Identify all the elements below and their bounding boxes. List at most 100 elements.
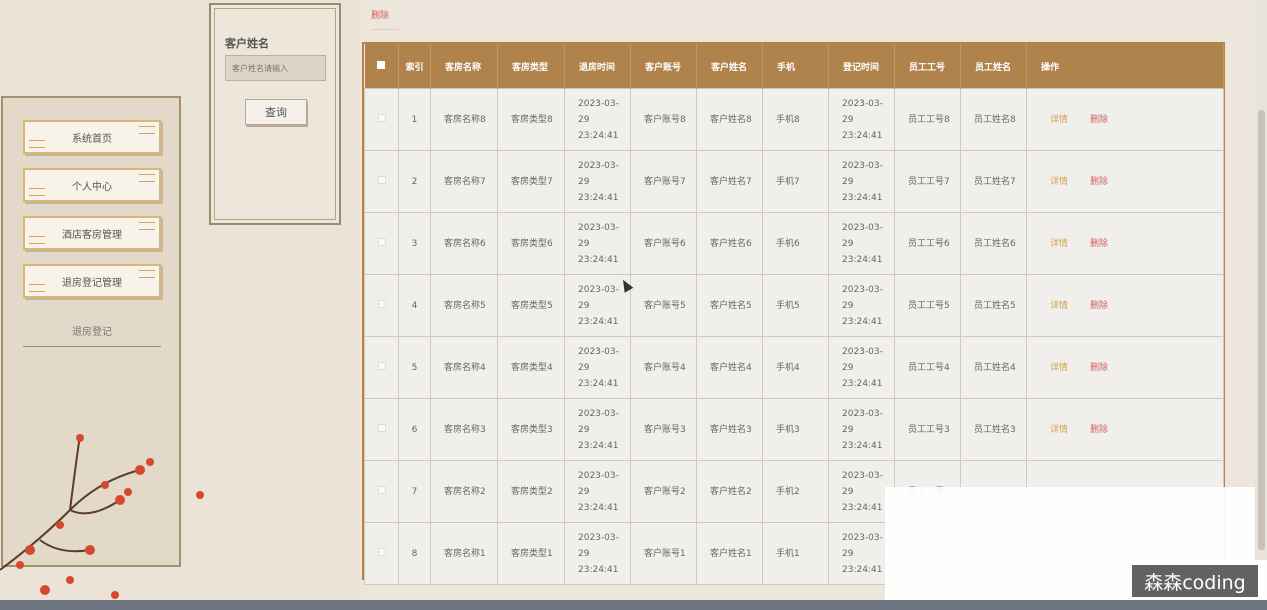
cell-account: 客户账号4: [630, 336, 697, 399]
cell-index: 2: [398, 150, 431, 213]
cell-staff-no: 员工工号7: [894, 150, 961, 213]
cell-room-type: 客房类型4: [497, 336, 565, 399]
cell-phone: 手机3: [762, 398, 829, 461]
cell-account: 客户账号8: [630, 88, 697, 151]
table-row: 1 客房名称8 客房类型8 2023-03-29 23:24:41 客户账号8 客户姓名8…: [364, 88, 1224, 151]
corner-decoration: [29, 140, 45, 148]
cell-customer: 客户姓名2: [696, 460, 763, 523]
cell-phone: 手机7: [762, 150, 829, 213]
batch-delete-button[interactable]: 删除: [371, 8, 399, 30]
detail-button[interactable]: 详情: [1050, 425, 1068, 435]
search-label: 客户姓名: [225, 37, 269, 50]
corner-decoration: [29, 284, 45, 292]
column-header: 操作: [1026, 44, 1224, 89]
cell-actions: 详情 删除: [1026, 212, 1224, 275]
cell-phone: 手机2: [762, 460, 829, 523]
detail-button[interactable]: 详情: [1050, 115, 1068, 125]
cell-account: 客户账号5: [630, 274, 697, 337]
cell-customer: 客户姓名5: [696, 274, 763, 337]
cell-staff-no: 员工工号6: [894, 212, 961, 275]
delete-button[interactable]: 删除: [1090, 177, 1108, 187]
cell-room-name: 客房名称7: [430, 150, 498, 213]
plum-blossom-decoration: [0, 434, 204, 599]
cell-room-name: 客房名称6: [430, 212, 498, 275]
submenu-item-checkout-registration[interactable]: 退房登记: [23, 323, 161, 347]
cell-actions: 详情 删除: [1026, 88, 1224, 151]
row-checkbox[interactable]: [364, 398, 399, 461]
corner-decoration: [29, 188, 45, 196]
cell-account: 客户账号3: [630, 398, 697, 461]
cell-actions: 详情 删除: [1026, 336, 1224, 399]
cell-actions: 详情 删除: [1026, 150, 1224, 213]
cell-reg-time: 2023-03-29 23:24:41: [828, 212, 895, 275]
select-all-checkbox[interactable]: [364, 44, 399, 89]
cell-customer: 客户姓名7: [696, 150, 763, 213]
cell-index: 7: [398, 460, 431, 523]
cell-room-type: 客房类型5: [497, 274, 565, 337]
cell-staff-name: 员工姓名4: [960, 336, 1027, 399]
detail-button[interactable]: 详情: [1050, 239, 1068, 249]
delete-button[interactable]: 删除: [1090, 115, 1108, 125]
cell-actions: 详情 删除: [1026, 398, 1224, 461]
cell-index: 8: [398, 522, 431, 585]
cell-reg-time: 2023-03-29 23:24:41: [828, 398, 895, 461]
cell-account: 客户账号1: [630, 522, 697, 585]
table-row: 2 客房名称7 客房类型7 2023-03-29 23:24:41 客户账号7 客户姓名7…: [364, 150, 1224, 213]
detail-button[interactable]: 详情: [1050, 301, 1068, 311]
search-button[interactable]: 查询: [245, 99, 307, 125]
cell-room-type: 客房类型3: [497, 398, 565, 461]
cell-account: 客户账号2: [630, 460, 697, 523]
delete-button[interactable]: 删除: [1090, 363, 1108, 373]
cell-index: 4: [398, 274, 431, 337]
sidebar-item-profile[interactable]: 个人中心: [23, 168, 161, 202]
cell-reg-time: 2023-03-29 23:24:41: [828, 150, 895, 213]
scrollbar-thumb[interactable]: [1258, 110, 1265, 550]
cell-room-type: 客房类型1: [497, 522, 565, 585]
delete-button[interactable]: 删除: [1090, 239, 1108, 249]
row-checkbox[interactable]: [364, 150, 399, 213]
delete-button[interactable]: 删除: [1090, 301, 1108, 311]
row-checkbox[interactable]: [364, 522, 399, 585]
cell-room-name: 客房名称4: [430, 336, 498, 399]
sidebar-item-room-management[interactable]: 酒店客房管理: [23, 216, 161, 250]
table-row: 4 客房名称5 客房类型5 2023-03-29 23:24:41 客户账号5 客户姓名5…: [364, 274, 1224, 337]
cell-staff-no: 员工工号5: [894, 274, 961, 337]
cell-room-type: 客房类型6: [497, 212, 565, 275]
cell-room-name: 客房名称2: [430, 460, 498, 523]
row-checkbox[interactable]: [364, 336, 399, 399]
cell-checkout-time: 2023-03-29 23:24:41: [564, 336, 631, 399]
sidebar-item-checkout-management[interactable]: 退房登记管理: [23, 264, 161, 298]
detail-button[interactable]: 详情: [1050, 363, 1068, 373]
customer-name-search-input[interactable]: [225, 55, 326, 81]
row-checkbox[interactable]: [364, 274, 399, 337]
column-header: 客房名称: [430, 44, 498, 89]
cell-index: 1: [398, 88, 431, 151]
cell-index: 6: [398, 398, 431, 461]
corner-decoration: [139, 222, 155, 230]
cell-staff-no: 员工工号4: [894, 336, 961, 399]
cell-room-name: 客房名称5: [430, 274, 498, 337]
sidebar-item-label: 个人中心: [72, 181, 112, 193]
cell-staff-no: 员工工号8: [894, 88, 961, 151]
column-header: 客房类型: [497, 44, 565, 89]
detail-button[interactable]: 详情: [1050, 177, 1068, 187]
cell-customer: 客户姓名8: [696, 88, 763, 151]
row-checkbox[interactable]: [364, 212, 399, 275]
cell-index: 3: [398, 212, 431, 275]
corner-decoration: [139, 174, 155, 182]
table-row: 3 客房名称6 客房类型6 2023-03-29 23:24:41 客户账号6 客户姓名6…: [364, 212, 1224, 275]
cell-account: 客户账号6: [630, 212, 697, 275]
column-header: 索引: [398, 44, 431, 89]
scrollbar[interactable]: [1255, 0, 1267, 560]
cell-checkout-time: 2023-03-29 23:24:41: [564, 522, 631, 585]
cell-customer: 客户姓名6: [696, 212, 763, 275]
row-checkbox[interactable]: [364, 88, 399, 151]
cell-reg-time: 2023-03-29 23:24:41: [828, 88, 895, 151]
cell-staff-name: 员工姓名6: [960, 212, 1027, 275]
delete-button[interactable]: 删除: [1090, 425, 1108, 435]
row-checkbox[interactable]: [364, 460, 399, 523]
cell-room-type: 客房类型8: [497, 88, 565, 151]
column-header: 登记时间: [828, 44, 895, 89]
sidebar-item-home[interactable]: 系统首页: [23, 120, 161, 154]
cell-checkout-time: 2023-03-29 23:24:41: [564, 460, 631, 523]
